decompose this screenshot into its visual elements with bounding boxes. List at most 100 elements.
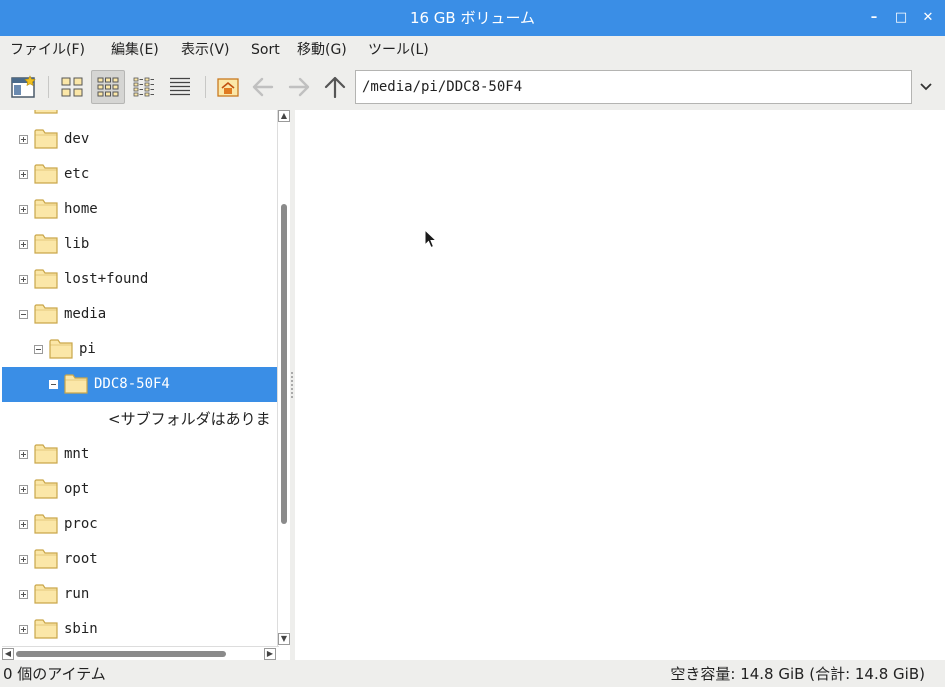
scroll-right-arrow-icon[interactable]: ▶ — [264, 648, 276, 660]
tree-item-pi[interactable]: pi — [2, 332, 277, 367]
scroll-up-arrow-icon[interactable]: ▲ — [278, 110, 290, 122]
toolbar-separator — [48, 76, 49, 98]
folder-icon — [34, 110, 58, 114]
tree-item-mnt[interactable]: mnt — [2, 437, 277, 472]
no-subfolders-label: <サブフォルダはありま — [108, 410, 271, 428]
tree-item-label: dev — [64, 131, 90, 147]
toolbar — [0, 64, 945, 110]
folder-icon — [34, 582, 58, 604]
maximize-icon: □ — [894, 10, 908, 25]
tree-horizontal-scrollbar-thumb[interactable] — [16, 651, 226, 657]
file-list-pane[interactable] — [295, 110, 945, 660]
expand-icon[interactable] — [19, 485, 28, 494]
back-button[interactable] — [246, 70, 280, 104]
minimize-button[interactable]: – — [865, 9, 883, 27]
path-input[interactable] — [355, 70, 912, 104]
view-large-icons-icon — [61, 77, 83, 97]
tree-item-label: pi — [79, 341, 96, 357]
tree-item-lib[interactable]: lib — [2, 227, 277, 262]
status-bar: 0 個のアイテム 空き容量: 14.8 GiB (合計: 14.8 GiB) — [0, 660, 945, 687]
tree-horizontal-scrollbar[interactable]: ◀ ▶ — [2, 646, 279, 660]
free-space: 空き容量: 14.8 GiB (合計: 14.8 GiB) — [670, 665, 925, 683]
back-arrow-icon — [252, 77, 274, 97]
menu-view[interactable]: 表示(V) — [181, 36, 230, 64]
folder-icon — [34, 197, 58, 219]
path-history-dropdown[interactable] — [912, 70, 940, 104]
expand-icon[interactable] — [19, 590, 28, 599]
menu-tools[interactable]: ツール(L) — [368, 36, 429, 64]
collapse-icon[interactable] — [19, 310, 28, 319]
tree-vertical-scrollbar-thumb[interactable] — [281, 204, 287, 524]
tree-item-label: DDC8-50F4 — [94, 376, 170, 392]
menu-edit[interactable]: 編集(E) — [111, 36, 159, 64]
tree-item-etc[interactable]: etc — [2, 157, 277, 192]
tree-item-media[interactable]: media — [2, 297, 277, 332]
folder-tree-panel[interactable]: bootbak dev etc home lib lost+found media pi DDC… — [2, 110, 292, 660]
tree-item-ddc8-50f4[interactable]: DDC8-50F4 — [2, 367, 277, 402]
expand-icon[interactable] — [19, 170, 28, 179]
close-icon: ✕ — [922, 10, 934, 25]
folder-icon — [34, 267, 58, 289]
collapse-icon[interactable] — [49, 380, 58, 389]
tree-item-label: opt — [64, 481, 90, 497]
chevron-down-icon — [920, 83, 932, 91]
tree-item-label: bootbak — [64, 110, 123, 122]
folder-icon — [34, 127, 58, 149]
folder-icon — [49, 337, 73, 359]
expand-icon[interactable] — [19, 625, 28, 634]
home-button[interactable] — [211, 70, 245, 104]
tree-item-label: media — [64, 306, 107, 322]
menu-sort[interactable]: Sort — [251, 36, 280, 64]
menu-bar: ファイル(F) 編集(E) 表示(V) Sort 移動(G) ツール(L) — [0, 36, 945, 64]
tree-item-root[interactable]: root — [2, 542, 277, 577]
expand-icon[interactable] — [19, 205, 28, 214]
view-icons-button[interactable] — [91, 70, 125, 104]
tree-item-run[interactable]: run — [2, 577, 277, 612]
new-window-icon — [11, 75, 36, 98]
tree-item-home[interactable]: home — [2, 192, 277, 227]
scroll-left-arrow-icon[interactable]: ◀ — [2, 648, 14, 660]
new-window-button[interactable] — [7, 70, 41, 104]
minimize-icon: – — [870, 10, 878, 25]
tree-item[interactable]: bootbak — [2, 110, 277, 122]
tree-item-label: lib — [64, 236, 90, 252]
tree-item-lost-found[interactable]: lost+found — [2, 262, 277, 297]
up-button[interactable] — [318, 70, 352, 104]
view-icons-icon — [97, 77, 119, 97]
expand-icon[interactable] — [19, 240, 28, 249]
collapse-icon[interactable] — [34, 345, 43, 354]
tree-item-label: etc — [64, 166, 90, 182]
folder-icon — [64, 372, 88, 394]
forward-arrow-icon — [288, 77, 310, 97]
folder-icon — [34, 302, 58, 324]
expand-icon[interactable] — [19, 450, 28, 459]
home-icon — [217, 78, 239, 97]
forward-button[interactable] — [282, 70, 316, 104]
menu-go[interactable]: 移動(G) — [297, 36, 347, 64]
toolbar-separator — [205, 76, 206, 98]
maximize-button[interactable]: □ — [892, 9, 910, 27]
expand-icon[interactable] — [19, 520, 28, 529]
tree-item-dev[interactable]: dev — [2, 122, 277, 157]
title-bar: 16 GB ボリューム – □ ✕ — [0, 0, 945, 36]
expand-icon[interactable] — [19, 135, 28, 144]
expand-icon[interactable] — [19, 275, 28, 284]
up-arrow-icon — [324, 76, 346, 98]
tree-item-sbin[interactable]: sbin — [2, 612, 277, 646]
tree-item-label: home — [64, 201, 98, 217]
scroll-down-arrow-icon[interactable]: ▼ — [278, 633, 290, 645]
tree-vertical-scrollbar[interactable]: ▲ ▼ — [277, 110, 290, 646]
view-list-button[interactable] — [163, 70, 197, 104]
tree-item-proc[interactable]: proc — [2, 507, 277, 542]
expand-icon[interactable] — [19, 555, 28, 564]
menu-file[interactable]: ファイル(F) — [10, 36, 85, 64]
view-list-icon — [170, 77, 190, 96]
view-compact-button[interactable] — [127, 70, 161, 104]
splitter-grip-icon — [291, 372, 293, 398]
view-large-icons-button[interactable] — [55, 70, 89, 104]
folder-tree: bootbak dev etc home lib lost+found media pi DDC… — [2, 110, 277, 646]
close-button[interactable]: ✕ — [919, 9, 937, 27]
folder-icon — [34, 477, 58, 499]
tree-item-opt[interactable]: opt — [2, 472, 277, 507]
window-title: 16 GB ボリューム — [409, 9, 536, 27]
